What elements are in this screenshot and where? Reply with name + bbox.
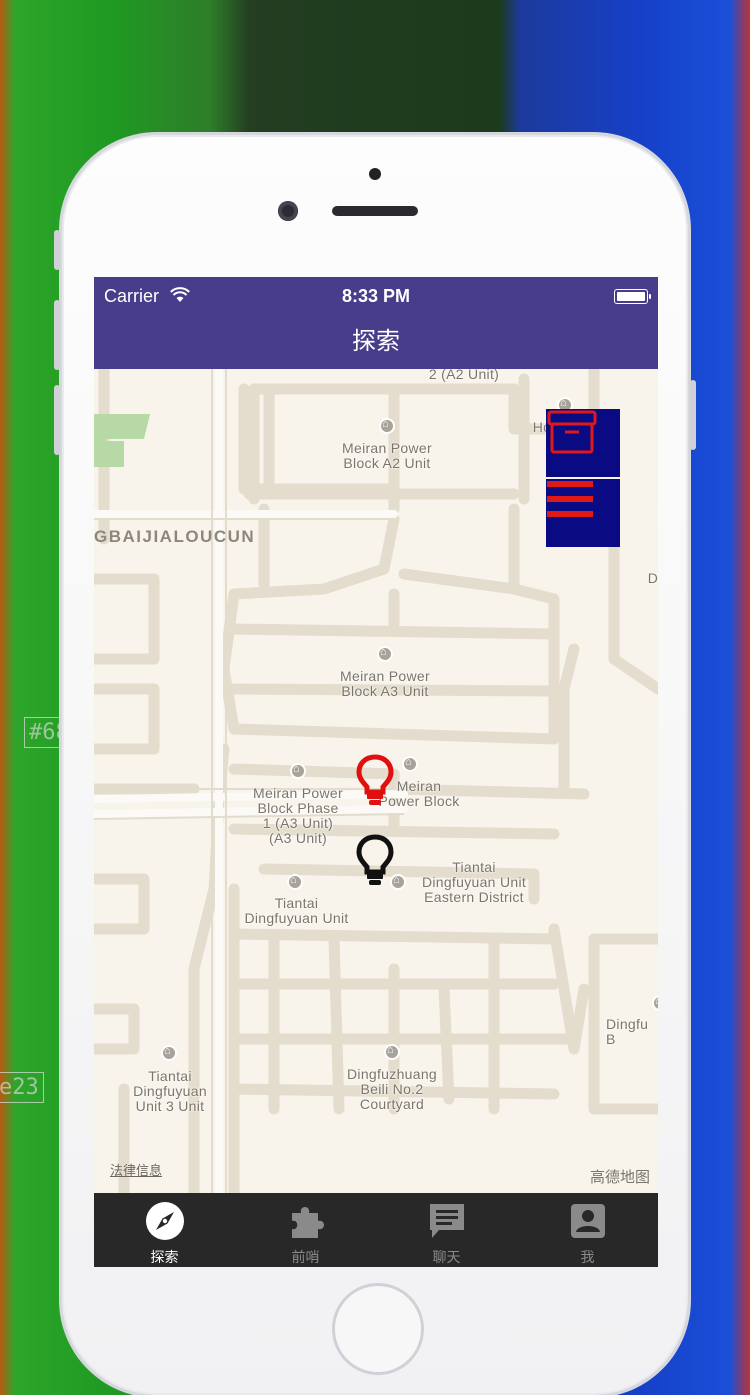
navigation-bar: 探索 (94, 315, 658, 369)
compass-icon (145, 1202, 184, 1240)
puzzle-icon (291, 1207, 324, 1238)
poi-label: Meiran Power Block Phase 1 (A3 Unit) (A3… (253, 785, 343, 846)
battery-icon (614, 289, 651, 304)
tab-outpost[interactable]: 前哨 (235, 1193, 376, 1267)
road-label: GBAIJIALOUCUN (94, 527, 256, 546)
poi-label: Dingfuzhuang Beili No.2 Courtyard (347, 1066, 437, 1112)
tab-chat[interactable]: 聊天 (376, 1193, 517, 1267)
poi-label: Meiran Power Block A2 Unit (342, 440, 432, 471)
tab-label: 我 (580, 1249, 595, 1265)
map-view[interactable]: GBAIJIALOUCUN 2 (A2 Unit) Meiran Power B… (94, 369, 658, 1193)
home-button[interactable] (332, 1283, 424, 1375)
poi-label: Meiran Power Block A3 Unit (340, 668, 430, 699)
volume-down-button (54, 385, 60, 455)
poi-label: Tiantai Dingfuyuan Unit (244, 895, 349, 926)
lightbulb-pin-red-icon[interactable] (356, 754, 394, 806)
legal-info-link[interactable]: 法律信息 (110, 1160, 162, 1179)
clock: 8:33 PM (341, 286, 411, 306)
poi-marker-icon (287, 874, 303, 890)
poi-label: Tiantai Dingfuyuan Unit 3 Unit (133, 1068, 207, 1114)
app-screen: Carrier 8:33 PM 探索 GBAIJIALOUCUN 2 (A2 U… (94, 277, 658, 1267)
archive-button[interactable] (546, 409, 620, 477)
menu-button[interactable] (546, 479, 620, 547)
tab-label: 前哨 (291, 1249, 320, 1265)
hamburger-menu-icon (547, 481, 593, 517)
background (0, 0, 750, 120)
poi-marker-icon (384, 1044, 400, 1060)
tab-explore[interactable]: 探索 (94, 1193, 235, 1267)
map-provider-logo: 高德地图 (589, 1169, 650, 1186)
lightbulb-pin-black-icon[interactable] (356, 834, 394, 886)
poi-marker-icon (161, 1045, 177, 1061)
earpiece-speaker (332, 206, 418, 216)
page-title: 探索 (352, 328, 400, 355)
tab-me[interactable]: 我 (517, 1193, 658, 1267)
front-camera (278, 201, 298, 221)
poi-label: Tiantai Dingfuyuan Unit Eastern District (421, 859, 527, 905)
tab-label: 探索 (150, 1249, 179, 1265)
poi-marker-icon (379, 418, 395, 434)
mute-switch (54, 230, 60, 270)
person-icon (570, 1204, 605, 1238)
poi-marker-icon (290, 763, 306, 779)
poi-marker-icon (402, 756, 418, 772)
poi-label: D (647, 570, 658, 586)
volume-up-button (54, 300, 60, 370)
poi-label: 2 (A2 Unit) (428, 369, 500, 382)
tab-bar: 探索 前哨 聊天 我 (94, 1193, 658, 1267)
poi-label: Dingfu B (606, 1016, 649, 1047)
status-bar: Carrier 8:33 PM (94, 277, 658, 315)
proximity-sensor (369, 168, 381, 180)
power-button (690, 380, 696, 450)
chat-bubble-icon (429, 1204, 464, 1238)
background-tag: e23 (0, 1072, 44, 1103)
archive-box-icon (547, 410, 597, 454)
tab-label: 聊天 (432, 1249, 461, 1265)
poi-marker-icon (377, 646, 393, 662)
